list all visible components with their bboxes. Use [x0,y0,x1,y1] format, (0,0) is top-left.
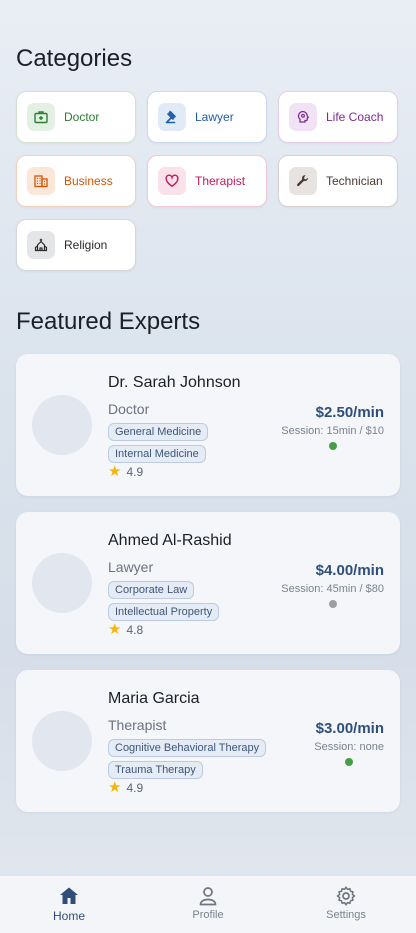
category-label: Therapist [195,174,246,188]
expert-profession: Lawyer [108,559,154,575]
temple-icon [27,231,55,259]
star-icon: ★ [108,779,122,796]
expert-name: Dr. Sarah Johnson [108,374,241,391]
specialty-tags: General Medicine Internal Medicine [108,422,288,466]
avatar [32,395,92,455]
rating-value: 4.9 [126,464,144,479]
price-per-minute: $3.00/min [315,720,384,737]
expert-name: Ahmed Al-Rashid [108,532,232,549]
expert-profession: Therapist [108,717,167,733]
nav-settings[interactable]: Settings [306,886,386,921]
pricing: $4.00/min Session: 45min / $80 [281,562,384,608]
category-lawyer[interactable]: Lawyer [147,91,267,143]
star-icon: ★ [108,463,122,480]
pricing: $3.00/min Session: none [314,720,384,766]
online-status-dot [328,442,337,450]
specialty-tag: General Medicine [108,423,209,441]
nav-label: Profile [192,909,224,921]
nav-label: Home [52,909,85,923]
specialty-tag: Intellectual Property [108,603,220,621]
rating-value: 4.8 [126,622,144,637]
bottom-navigation: Home Profile Settings [0,875,416,933]
specialty-tags: Corporate Law Intellectual Property [108,580,288,624]
expert-card[interactable]: Dr. Sarah Johnson Doctor General Medicin… [16,354,400,496]
rating: ★ 4.9 [108,464,143,479]
rating: ★ 4.9 [108,780,143,795]
specialty-tag: Corporate Law [108,581,195,599]
nav-label: Settings [326,909,366,921]
categories-title: Categories [16,45,133,72]
home-icon [60,887,78,904]
person-icon [199,887,217,906]
category-business[interactable]: Business [16,155,136,207]
category-doctor[interactable]: Doctor [16,91,136,143]
category-therapist[interactable]: Therapist [147,155,267,207]
star-icon: ★ [108,621,122,638]
featured-experts-title: Featured Experts [16,308,201,335]
category-label: Business [64,174,113,188]
session-info: Session: 45min / $80 [281,583,384,595]
expert-card[interactable]: Maria Garcia Therapist Cognitive Behavio… [16,670,400,812]
session-info: Session: 15min / $10 [281,425,384,437]
session-info: Session: none [314,741,384,753]
category-label: Life Coach [326,110,384,124]
category-label: Doctor [64,110,100,124]
wrench-icon [289,167,317,195]
specialty-tags: Cognitive Behavioral Therapy Trauma Ther… [108,738,308,782]
specialty-tag: Cognitive Behavioral Therapy [108,739,267,757]
specialty-tag: Trauma Therapy [108,761,203,779]
category-label: Lawyer [195,110,234,124]
brain-icon [289,103,317,131]
rating-value: 4.9 [126,780,144,795]
gear-icon [336,886,356,906]
medical-bag-icon [27,103,55,131]
heart-icon [158,167,186,195]
avatar [32,711,92,771]
category-life-coach[interactable]: Life Coach [278,91,398,143]
price-per-minute: $4.00/min [315,562,384,579]
online-status-dot [345,758,354,766]
expert-card[interactable]: Ahmed Al-Rashid Lawyer Corporate Law Int… [16,512,400,654]
price-per-minute: $2.50/min [315,404,384,421]
expert-profession: Doctor [108,401,150,417]
offline-status-dot [328,600,337,608]
expert-name: Maria Garcia [108,690,200,707]
category-technician[interactable]: Technician [278,155,398,207]
gavel-icon [158,103,186,131]
pricing: $2.50/min Session: 15min / $10 [281,404,384,450]
avatar [32,553,92,613]
category-label: Technician [326,174,383,188]
nav-home[interactable]: Home [29,886,109,923]
building-icon [27,167,55,195]
category-label: Religion [64,238,108,252]
rating: ★ 4.8 [108,622,143,637]
nav-profile[interactable]: Profile [168,886,248,921]
category-religion[interactable]: Religion [16,219,136,271]
specialty-tag: Internal Medicine [108,445,206,463]
